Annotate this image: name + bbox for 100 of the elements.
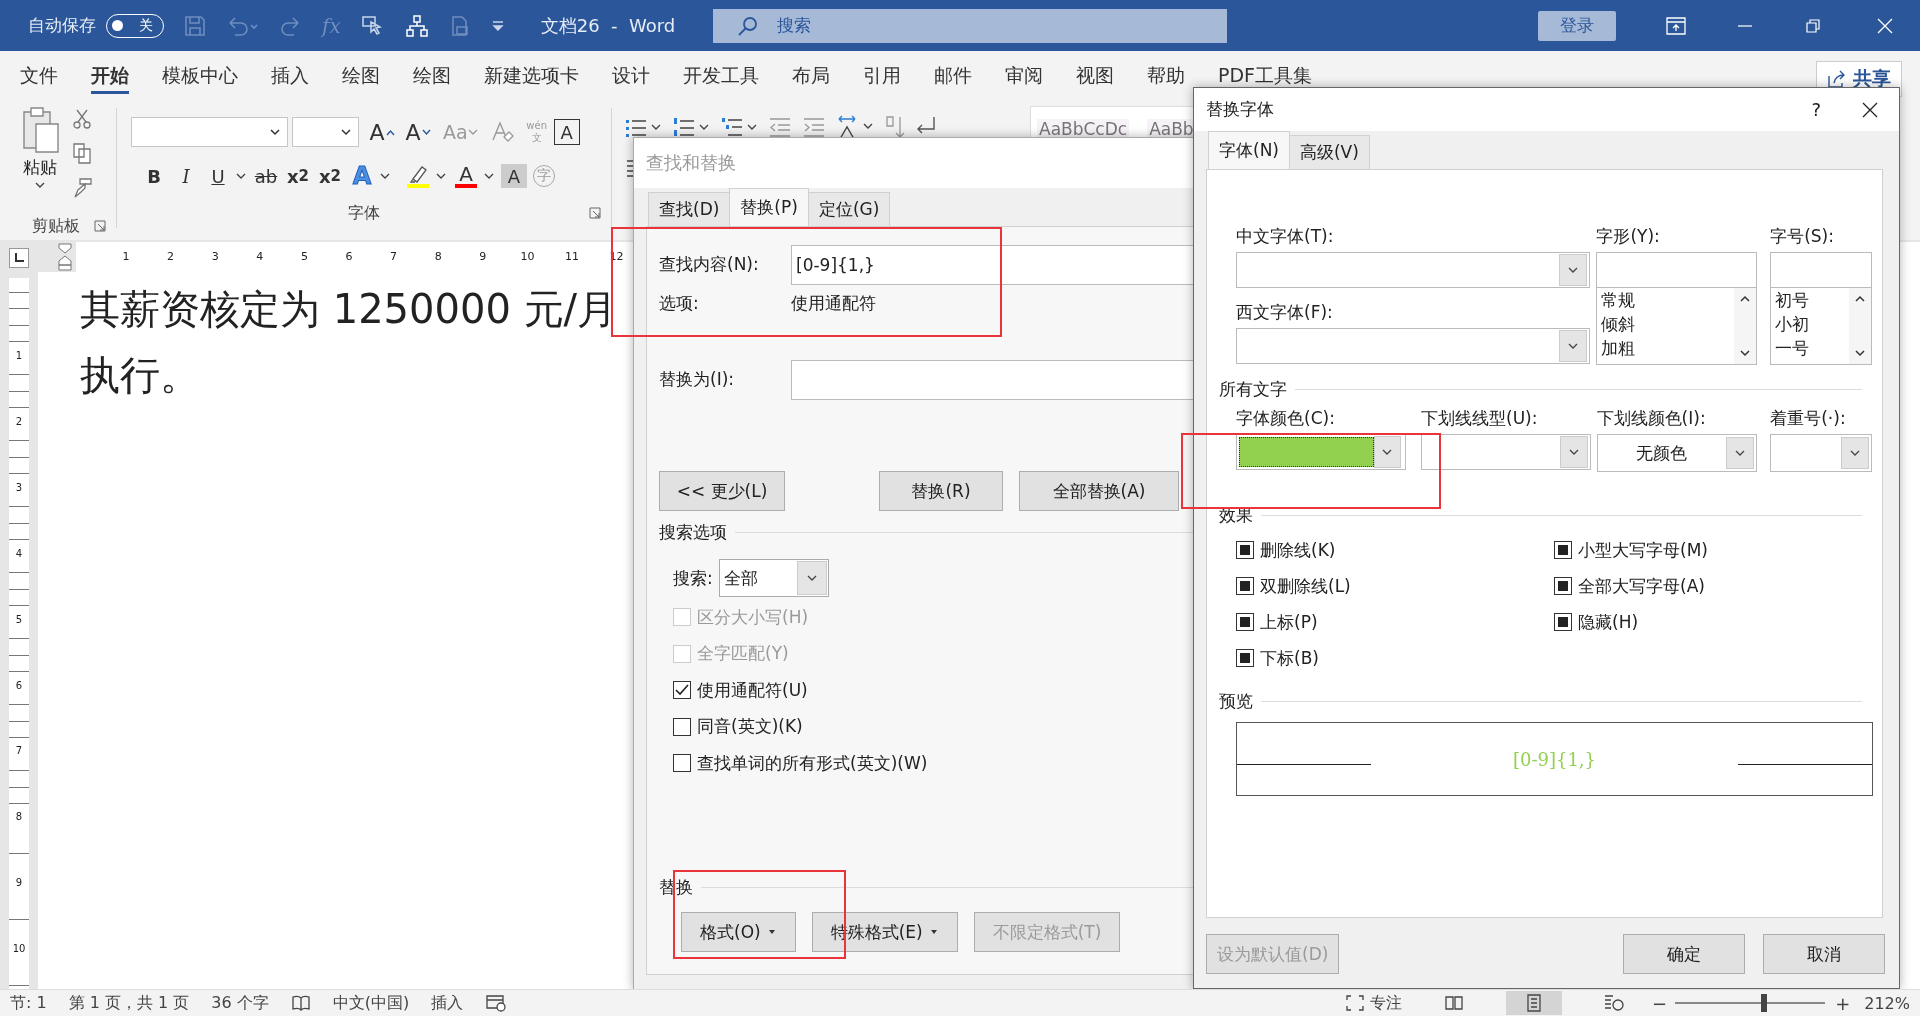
indent-marker-icon[interactable] xyxy=(58,243,72,271)
search-direction-select[interactable]: 全部 xyxy=(718,559,829,597)
checkbox[interactable] xyxy=(673,754,691,773)
dialog-tab[interactable]: 高级(V) xyxy=(1289,135,1370,169)
dialog-tab[interactable]: 字体(N) xyxy=(1208,131,1290,169)
search-field[interactable]: 搜索 xyxy=(713,8,1228,43)
status-item[interactable]: 插入 xyxy=(431,992,464,1014)
character-border-button[interactable]: A xyxy=(553,119,580,145)
ribbon-tab[interactable]: 引用 xyxy=(863,57,901,94)
ribbon-tab[interactable]: 绘图 xyxy=(342,57,380,94)
dialog-launcher-icon[interactable] xyxy=(94,220,106,232)
focus-label[interactable]: 专注 xyxy=(1370,992,1403,1014)
ribbon-tab[interactable]: 模板中心 xyxy=(162,57,238,94)
org-chart-icon[interactable] xyxy=(404,14,429,37)
caret-icon[interactable] xyxy=(435,172,447,180)
ribbon-tab[interactable]: 审阅 xyxy=(1005,57,1043,94)
ribbon-tab[interactable]: 插入 xyxy=(271,57,309,94)
list-item[interactable]: 常规 xyxy=(1601,288,1735,312)
scroll-up-icon[interactable] xyxy=(1854,294,1866,304)
ribbon-tab[interactable]: 布局 xyxy=(792,57,830,94)
close-icon[interactable] xyxy=(1861,100,1879,119)
zoom-out-button[interactable]: − xyxy=(1652,992,1668,1014)
less-button[interactable]: << 更少(L) xyxy=(659,471,785,511)
character-shading-button[interactable]: A xyxy=(501,164,527,188)
ribbon-tab[interactable]: 绘图 xyxy=(413,57,451,94)
view-button[interactable] xyxy=(1506,991,1563,1015)
scroll-up-icon[interactable] xyxy=(1739,294,1752,304)
caret-icon[interactable] xyxy=(235,172,247,180)
tab-selector-icon[interactable] xyxy=(9,248,29,268)
list-item[interactable]: 加粗 xyxy=(1601,336,1735,360)
underline-button[interactable]: U xyxy=(205,161,231,191)
replace-all-button[interactable]: 全部替换(A) xyxy=(1019,471,1179,511)
checkbox-label: 小型大写字母(M) xyxy=(1578,538,1708,562)
copy-icon[interactable] xyxy=(72,142,92,164)
proofing-book-icon[interactable] xyxy=(290,994,311,1012)
ribbon-tab[interactable]: 视图 xyxy=(1076,57,1114,94)
checkbox[interactable] xyxy=(1236,577,1254,595)
restore-icon[interactable] xyxy=(1804,16,1822,35)
status-item[interactable]: 36 个字 xyxy=(211,992,269,1014)
ribbon-tab[interactable]: 邮件 xyxy=(934,57,972,94)
caret-icon[interactable] xyxy=(379,172,391,180)
checkbox[interactable] xyxy=(673,717,691,736)
ribbon-tab[interactable]: 帮助 xyxy=(1147,57,1185,94)
list-item[interactable]: 初号 xyxy=(1775,288,1849,312)
list-item[interactable]: 倾斜 xyxy=(1601,312,1735,336)
scrollbar[interactable] xyxy=(1734,288,1757,364)
font-size-input[interactable] xyxy=(1770,252,1872,288)
scroll-down-icon[interactable] xyxy=(1854,348,1866,358)
dialog-launcher-icon[interactable] xyxy=(589,207,601,219)
bold-button[interactable]: B xyxy=(141,161,167,191)
checkbox[interactable] xyxy=(1236,649,1254,667)
dialog-tab[interactable]: 替换(P) xyxy=(729,188,809,226)
italic-button[interactable]: I xyxy=(173,161,199,191)
dialog-tab[interactable]: 查找(D) xyxy=(648,192,731,226)
focus-icon[interactable] xyxy=(1346,995,1365,1011)
strikethrough-button[interactable]: ab xyxy=(253,161,279,191)
status-item[interactable]: 中文(中国) xyxy=(332,992,410,1014)
zoom-slider-thumb[interactable] xyxy=(1760,994,1767,1012)
cancel-button[interactable]: 取消 xyxy=(1763,934,1885,974)
font-color-combo[interactable] xyxy=(1236,434,1406,470)
dialog-tab[interactable]: 定位(G) xyxy=(807,192,891,226)
ok-button[interactable]: 确定 xyxy=(1623,934,1745,974)
format-painter-icon[interactable] xyxy=(72,176,94,198)
checkbox[interactable] xyxy=(673,681,691,700)
ribbon-display-icon[interactable] xyxy=(1666,16,1686,35)
underline-color-combo[interactable]: 无颜色 xyxy=(1596,434,1758,472)
replace-button[interactable]: 替换(R) xyxy=(879,471,1003,511)
sign-in-button[interactable]: 登录 xyxy=(1538,10,1616,41)
cut-icon[interactable] xyxy=(72,108,92,130)
font-color-button[interactable]: A xyxy=(453,161,479,191)
ribbon-tab[interactable]: 开始 xyxy=(91,57,129,94)
macro-recording-icon[interactable] xyxy=(485,994,508,1012)
help-button[interactable]: ? xyxy=(1811,99,1821,120)
checkbox[interactable] xyxy=(1236,541,1254,559)
scroll-down-icon[interactable] xyxy=(1739,348,1752,358)
clear-formatting-icon[interactable] xyxy=(489,120,514,144)
grow-font-button[interactable]: A xyxy=(369,117,395,147)
customize-caret-icon[interactable] xyxy=(490,18,505,33)
ribbon-tab[interactable]: 设计 xyxy=(612,57,650,94)
zoom-level[interactable]: 212% xyxy=(1864,993,1910,1013)
ribbon-tab[interactable]: 文件 xyxy=(20,57,58,94)
ribbon-tab[interactable]: 开发工具 xyxy=(683,57,759,94)
checkbox[interactable] xyxy=(1236,613,1254,631)
ribbon-tab[interactable]: 新建选项卡 xyxy=(484,57,579,94)
list-item[interactable]: 小初 xyxy=(1775,312,1849,336)
checkbox[interactable] xyxy=(1554,613,1572,631)
format-button[interactable]: 格式(O) xyxy=(681,912,796,952)
checkbox[interactable] xyxy=(1554,541,1572,559)
zoom-in-button[interactable]: + xyxy=(1835,992,1851,1014)
font-style-input[interactable] xyxy=(1596,252,1758,288)
status-item[interactable]: 节: 1 xyxy=(10,992,47,1014)
scrollbar[interactable] xyxy=(1849,288,1871,364)
list-item[interactable]: 一号 xyxy=(1775,336,1849,360)
sort-icon[interactable] xyxy=(884,115,906,139)
paste-button[interactable]: 粘贴 xyxy=(20,106,60,212)
caret-icon[interactable] xyxy=(483,172,495,180)
checkbox[interactable] xyxy=(1554,577,1572,595)
shrink-font-button[interactable]: A xyxy=(405,117,431,147)
status-item[interactable]: 第 1 页，共 1 页 xyxy=(68,992,190,1014)
ribbon-tab[interactable]: PDF工具集 xyxy=(1218,57,1313,94)
